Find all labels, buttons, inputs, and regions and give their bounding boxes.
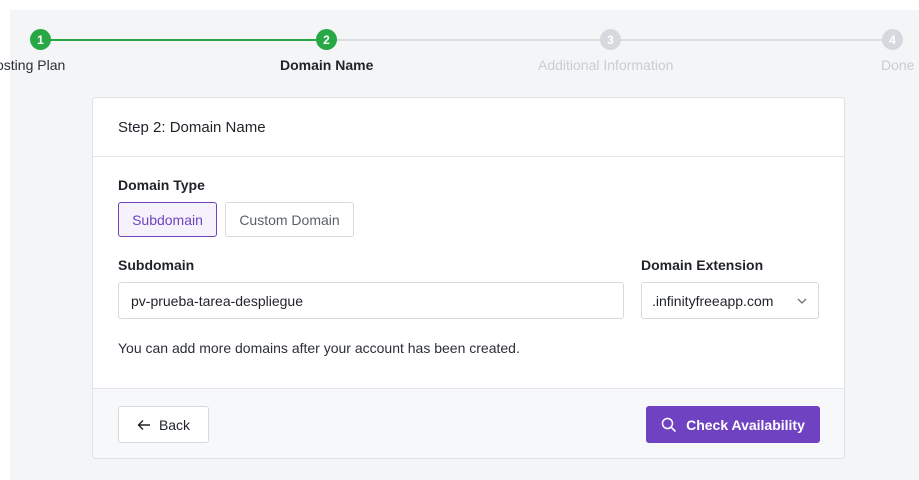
subdomain-label: Subdomain	[118, 257, 195, 273]
subdomain-option-button[interactable]: Subdomain	[118, 202, 217, 237]
chevron-down-icon	[797, 298, 807, 304]
check-availability-label: Check Availability	[686, 416, 805, 433]
domain-extension-value: .infinityfreeapp.com	[652, 292, 774, 309]
card-footer: Back Check Availability	[93, 388, 844, 458]
progress-stepper: 1 2 3 4 osting Plan Domain Name Addition…	[0, 0, 919, 80]
step-3-label: Additional Information	[538, 57, 674, 73]
back-button[interactable]: Back	[118, 406, 209, 443]
search-icon	[661, 417, 677, 432]
domain-extension-label: Domain Extension	[641, 257, 764, 273]
back-button-label: Back	[158, 416, 191, 433]
step-1-indicator: 1	[30, 29, 51, 50]
arrow-left-icon	[137, 419, 150, 430]
step-3-indicator: 3	[600, 29, 621, 50]
subdomain-input[interactable]: pv-prueba-tarea-despliegue	[118, 282, 624, 319]
card-body: Domain Type Subdomain Custom Domain Subd…	[93, 157, 844, 388]
step-4-indicator: 4	[882, 29, 903, 50]
step-2-label: Domain Name	[280, 57, 374, 73]
subdomain-input-value: pv-prueba-tarea-despliegue	[131, 292, 303, 309]
step-connector	[336, 39, 600, 41]
custom-domain-option-button[interactable]: Custom Domain	[225, 202, 354, 237]
step-4-label: Done	[881, 57, 915, 73]
domain-extension-select[interactable]: .infinityfreeapp.com	[641, 282, 819, 319]
check-availability-button[interactable]: Check Availability	[646, 406, 820, 443]
domain-type-label: Domain Type	[118, 177, 205, 193]
step-connector-completed	[50, 39, 316, 41]
domain-name-card: Step 2: Domain Name Domain Type Subdomai…	[92, 97, 845, 459]
card-title: Step 2: Domain Name	[93, 98, 844, 157]
step-connector	[620, 39, 882, 41]
step-2-indicator: 2	[316, 29, 337, 50]
help-text: You can add more domains after your acco…	[118, 340, 520, 356]
step-1-label: osting Plan	[0, 57, 66, 73]
